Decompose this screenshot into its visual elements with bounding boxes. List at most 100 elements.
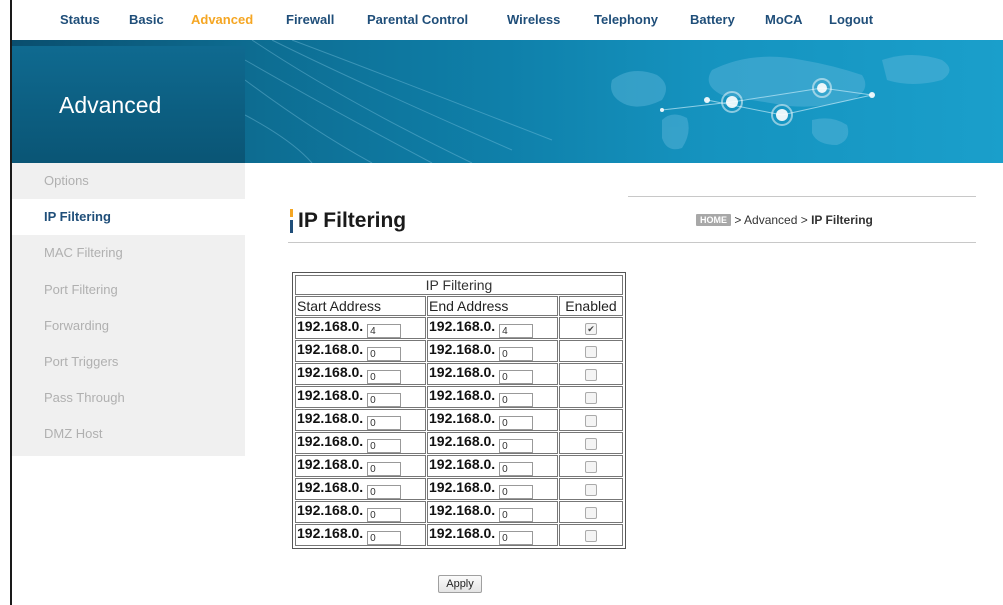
- end-address-cell: 192.168.0. 0: [427, 340, 558, 362]
- nav-firewall[interactable]: Firewall: [286, 12, 334, 27]
- start-address-cell: 192.168.0. 0: [295, 524, 426, 546]
- ip-prefix: 192.168.0.: [429, 410, 496, 426]
- start-octet-input[interactable]: 0: [367, 347, 402, 361]
- heading-divider-bottom: [288, 242, 976, 243]
- ip-prefix: 192.168.0.: [429, 387, 496, 403]
- ip-prefix: 192.168.0.: [297, 364, 364, 380]
- end-octet-input[interactable]: 4: [499, 324, 534, 338]
- table-row: 192.168.0. 0 192.168.0. 0: [295, 455, 623, 477]
- ip-prefix: 192.168.0.: [429, 525, 496, 541]
- sidebar-item-port-triggers[interactable]: Port Triggers: [12, 344, 245, 380]
- sidebar-item-dmz-host[interactable]: DMZ Host: [12, 416, 245, 452]
- start-octet-input[interactable]: 0: [367, 416, 402, 430]
- enabled-cell: [559, 340, 623, 362]
- table-row: 192.168.0. 0 192.168.0. 0: [295, 386, 623, 408]
- enabled-checkbox[interactable]: [585, 369, 597, 382]
- ip-prefix: 192.168.0.: [429, 456, 496, 472]
- ip-prefix: 192.168.0.: [297, 387, 364, 403]
- end-address-cell: 192.168.0. 0: [427, 409, 558, 431]
- start-octet-input[interactable]: 4: [367, 324, 402, 338]
- enabled-checkbox[interactable]: [585, 346, 597, 359]
- enabled-checkbox[interactable]: [585, 392, 597, 405]
- start-octet-input[interactable]: 0: [367, 439, 402, 453]
- enabled-checkbox[interactable]: [585, 507, 597, 520]
- start-octet-input[interactable]: 0: [367, 393, 402, 407]
- start-address-cell: 192.168.0. 0: [295, 432, 426, 454]
- start-address-cell: 192.168.0. 4: [295, 317, 426, 339]
- sidebar-item-label: Pass Through: [44, 390, 125, 405]
- enabled-checkbox[interactable]: [585, 484, 597, 497]
- enabled-cell: ✔: [559, 317, 623, 339]
- end-octet-input[interactable]: 0: [499, 416, 534, 430]
- end-address-cell: 192.168.0. 0: [427, 524, 558, 546]
- enabled-cell: [559, 409, 623, 431]
- sidebar-item-forwarding[interactable]: Forwarding: [12, 308, 245, 344]
- sidebar-item-label: IP Filtering: [44, 209, 111, 224]
- nav-telephony[interactable]: Telephony: [594, 12, 658, 27]
- sidebar-item-ip-filtering[interactable]: IP Filtering: [12, 199, 245, 235]
- table-row: 192.168.0. 0 192.168.0. 0: [295, 409, 623, 431]
- column-header-start-address: Start Address: [295, 296, 426, 316]
- start-address-cell: 192.168.0. 0: [295, 340, 426, 362]
- table-row: 192.168.0. 0 192.168.0. 0: [295, 340, 623, 362]
- end-octet-input[interactable]: 0: [499, 531, 534, 545]
- enabled-cell: [559, 455, 623, 477]
- title-marker: [290, 209, 293, 233]
- enabled-checkbox[interactable]: ✔: [585, 323, 597, 336]
- sidebar-item-mac-filtering[interactable]: MAC Filtering: [12, 235, 245, 271]
- table-row: 192.168.0. 0 192.168.0. 0: [295, 478, 623, 500]
- start-octet-input[interactable]: 0: [367, 508, 402, 522]
- sidebar: Options IP Filtering MAC Filtering Port …: [12, 163, 245, 456]
- sidebar-item-label: MAC Filtering: [44, 245, 123, 260]
- start-octet-input[interactable]: 0: [367, 531, 402, 545]
- ip-prefix: 192.168.0.: [429, 364, 496, 380]
- start-octet-input[interactable]: 0: [367, 370, 402, 384]
- nav-basic[interactable]: Basic: [129, 12, 164, 27]
- nav-parental-control[interactable]: Parental Control: [367, 12, 468, 27]
- nav-status[interactable]: Status: [60, 12, 100, 27]
- ip-prefix: 192.168.0.: [297, 341, 364, 357]
- nav-battery[interactable]: Battery: [690, 12, 735, 27]
- ip-prefix: 192.168.0.: [429, 433, 496, 449]
- enabled-checkbox[interactable]: [585, 461, 597, 474]
- end-octet-input[interactable]: 0: [499, 439, 534, 453]
- enabled-cell: [559, 501, 623, 523]
- start-octet-input[interactable]: 0: [367, 462, 402, 476]
- breadcrumb: HOME > Advanced > IP Filtering: [696, 213, 873, 227]
- sidebar-item-options[interactable]: Options: [12, 163, 245, 199]
- end-address-cell: 192.168.0. 0: [427, 432, 558, 454]
- ip-prefix: 192.168.0.: [297, 456, 364, 472]
- end-address-cell: 192.168.0. 0: [427, 363, 558, 385]
- nav-logout[interactable]: Logout: [829, 12, 873, 27]
- end-octet-input[interactable]: 0: [499, 462, 534, 476]
- start-address-cell: 192.168.0. 0: [295, 455, 426, 477]
- enabled-checkbox[interactable]: [585, 438, 597, 451]
- sidebar-item-port-filtering[interactable]: Port Filtering: [12, 272, 245, 308]
- end-octet-input[interactable]: 0: [499, 370, 534, 384]
- nav-wireless[interactable]: Wireless: [507, 12, 560, 27]
- sidebar-item-label: Forwarding: [44, 318, 110, 333]
- nav-advanced[interactable]: Advanced: [191, 12, 253, 27]
- start-octet-input[interactable]: 0: [367, 485, 402, 499]
- start-address-cell: 192.168.0. 0: [295, 363, 426, 385]
- nav-moca[interactable]: MoCA: [765, 12, 803, 27]
- end-octet-input[interactable]: 0: [499, 485, 534, 499]
- start-address-cell: 192.168.0. 0: [295, 478, 426, 500]
- end-octet-input[interactable]: 0: [499, 508, 534, 522]
- ip-filtering-table: IP Filtering Start Address End Address E…: [292, 272, 626, 549]
- sidebar-item-pass-through[interactable]: Pass Through: [12, 380, 245, 416]
- start-address-cell: 192.168.0. 0: [295, 501, 426, 523]
- enabled-cell: [559, 386, 623, 408]
- column-header-end-address: End Address: [427, 296, 558, 316]
- header-banner: Advanced: [12, 40, 1003, 163]
- ip-prefix: 192.168.0.: [429, 502, 496, 518]
- home-icon[interactable]: HOME: [696, 214, 731, 226]
- enabled-checkbox[interactable]: [585, 530, 597, 543]
- ip-prefix: 192.168.0.: [297, 410, 364, 426]
- end-octet-input[interactable]: 0: [499, 393, 534, 407]
- breadcrumb-section[interactable]: Advanced: [744, 213, 797, 227]
- apply-button[interactable]: Apply: [438, 575, 482, 593]
- enabled-checkbox[interactable]: [585, 415, 597, 428]
- end-octet-input[interactable]: 0: [499, 347, 534, 361]
- table-caption: IP Filtering: [295, 275, 623, 295]
